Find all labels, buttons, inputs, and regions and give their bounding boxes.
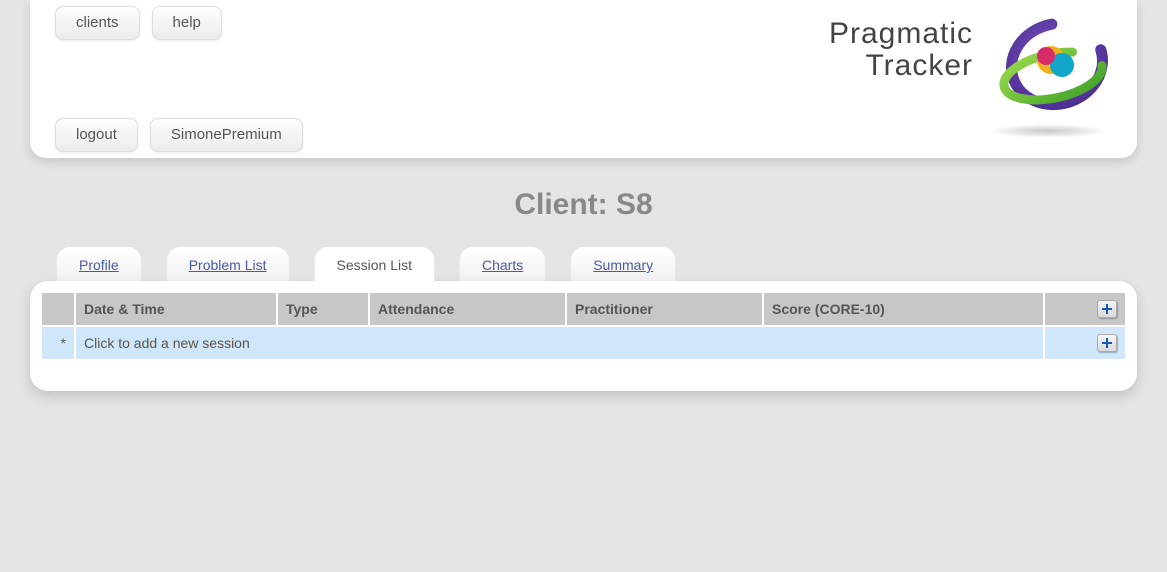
add-session-header-button[interactable]	[1097, 300, 1117, 318]
new-row-hint[interactable]: Click to add a new session	[76, 327, 1043, 359]
nav-logout-button[interactable]: logout	[55, 118, 138, 152]
tab-profile[interactable]: Profile	[56, 246, 142, 282]
table-row-new[interactable]: * Click to add a new session	[42, 327, 1125, 359]
tab-charts[interactable]: Charts	[459, 246, 546, 282]
tab-problem-list[interactable]: Problem List	[166, 246, 290, 282]
swirl-icon	[999, 18, 1109, 118]
col-marker	[42, 293, 74, 325]
col-practitioner: Practitioner	[567, 293, 762, 325]
brand-line2: Tracker	[829, 50, 973, 82]
add-session-row-button[interactable]	[1097, 334, 1117, 352]
brand-logo: Pragmatic Tracker	[829, 18, 1109, 138]
new-row-marker: *	[42, 327, 74, 359]
session-table: Date & Time Type Attendance Practitioner…	[40, 291, 1127, 361]
top-nav: clients help	[55, 6, 222, 40]
bottom-nav: logout SimonePremium	[55, 118, 303, 152]
nav-user-button[interactable]: SimonePremium	[150, 118, 303, 152]
plus-icon	[1101, 303, 1113, 315]
header-card: clients help logout SimonePremium Pragma…	[30, 0, 1137, 158]
new-row-actions	[1045, 327, 1125, 359]
col-datetime: Date & Time	[76, 293, 276, 325]
col-attendance: Attendance	[370, 293, 565, 325]
plus-icon	[1101, 337, 1113, 349]
nav-clients-button[interactable]: clients	[55, 6, 140, 40]
col-actions	[1045, 293, 1125, 325]
page-title: Client: S8	[0, 188, 1167, 222]
brand-text: Pragmatic Tracker	[829, 18, 973, 81]
session-list-panel: Date & Time Type Attendance Practitioner…	[30, 281, 1137, 391]
table-header-row: Date & Time Type Attendance Practitioner…	[42, 293, 1125, 325]
brand-mark	[987, 18, 1109, 138]
logo-shadow	[988, 124, 1108, 138]
panel-wrap: Profile Problem List Session List Charts…	[30, 246, 1137, 391]
brand-line1: Pragmatic	[829, 18, 973, 50]
nav-help-button[interactable]: help	[152, 6, 222, 40]
tab-session-list[interactable]: Session List	[314, 246, 435, 282]
tab-summary[interactable]: Summary	[570, 246, 676, 282]
col-type: Type	[278, 293, 368, 325]
tab-bar: Profile Problem List Session List Charts…	[30, 246, 1137, 282]
col-score: Score (CORE-10)	[764, 293, 1043, 325]
